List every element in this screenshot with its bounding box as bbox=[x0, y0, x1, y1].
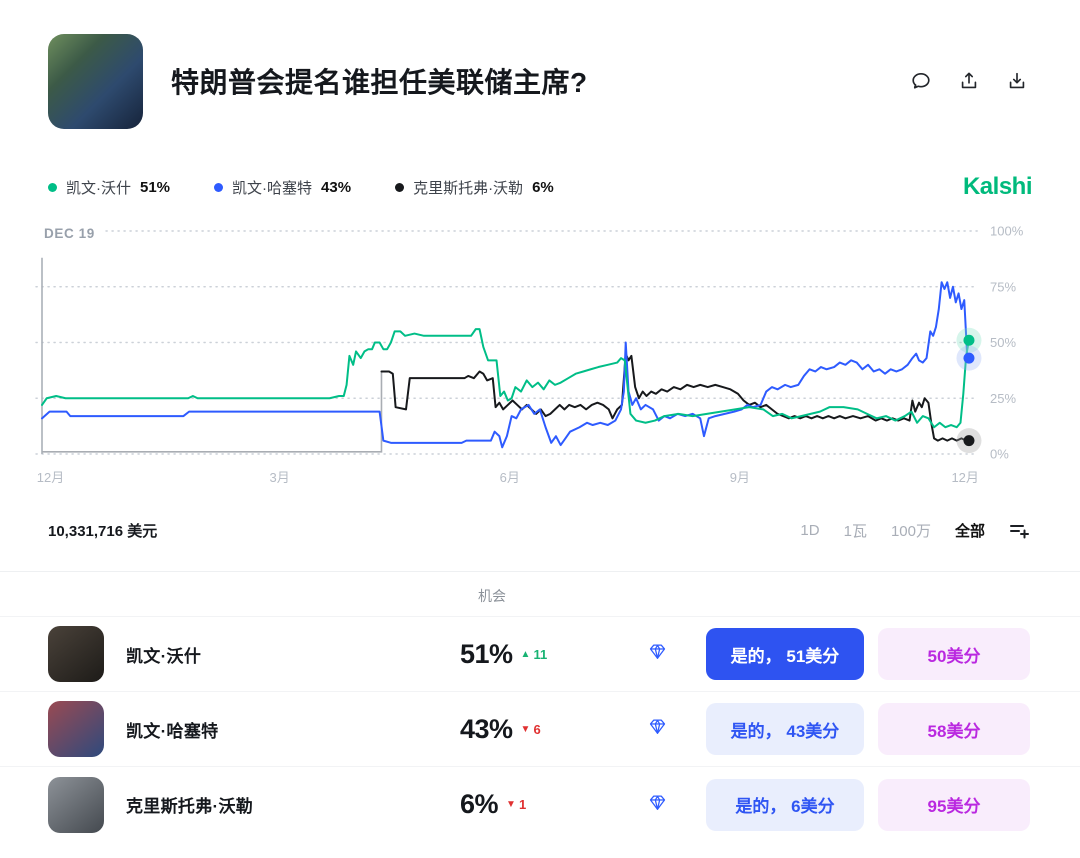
no-button[interactable]: 50美分 bbox=[878, 628, 1030, 680]
table-header: 机会 bbox=[0, 572, 1080, 617]
legend-dot-black bbox=[395, 183, 404, 192]
chance-column-label: 机会 bbox=[478, 586, 506, 606]
legend-dot-green bbox=[48, 183, 57, 192]
svg-text:0%: 0% bbox=[990, 447, 1009, 462]
filter-1m[interactable]: 100万 bbox=[891, 520, 931, 541]
candidate-avatar bbox=[48, 701, 104, 757]
svg-text:75%: 75% bbox=[990, 279, 1016, 294]
probability-value: 51% bbox=[460, 639, 513, 670]
svg-text:9月: 9月 bbox=[730, 470, 750, 485]
outcome-row: 克里斯托弗·沃勒6% ▼1 是的， 6美分 95美分 bbox=[0, 767, 1080, 842]
candidate-name: 凯文·哈塞特 bbox=[126, 717, 460, 742]
svg-text:12月: 12月 bbox=[37, 470, 64, 485]
probability-delta: ▼6 bbox=[521, 722, 541, 737]
market-image bbox=[48, 34, 143, 129]
legend-name: 凯文·沃什 bbox=[66, 177, 131, 198]
svg-text:DEC 19: DEC 19 bbox=[44, 226, 95, 241]
legend-dot-blue bbox=[214, 183, 223, 192]
delta-value: 6 bbox=[533, 722, 540, 737]
candidate-name: 凯文·沃什 bbox=[126, 642, 460, 667]
svg-text:3月: 3月 bbox=[270, 470, 290, 485]
chart-legend: 凯文·沃什 51% 凯文·哈塞特 43% 克里斯托弗·沃勒 6% Kalshi bbox=[0, 173, 1080, 201]
probability-delta: ▼1 bbox=[506, 797, 526, 812]
legend-value: 51% bbox=[140, 179, 170, 196]
legend-item[interactable]: 凯文·哈塞特 43% bbox=[214, 177, 351, 198]
down-arrow-icon: ▼ bbox=[506, 799, 516, 810]
time-range-filters: 1D 1瓦 100万 全部 bbox=[800, 520, 1030, 541]
legend-value: 43% bbox=[321, 179, 351, 196]
svg-text:6月: 6月 bbox=[500, 470, 520, 485]
list-plus-icon[interactable] bbox=[1009, 520, 1030, 540]
outcome-row: 凯文·沃什51% ▲11 是的， 51美分 50美分 bbox=[0, 617, 1080, 692]
probability-value: 6% bbox=[460, 789, 498, 820]
yes-button[interactable]: 是的， 43美分 bbox=[706, 703, 864, 755]
chart-area[interactable]: 100% 75% 50% 25% 0% 12月 3月 6月 9月 12月 DEC 19 bbox=[30, 226, 1080, 493]
up-arrow-icon: ▲ bbox=[521, 649, 531, 660]
price-chart: 100% 75% 50% 25% 0% 12月 3月 6月 9月 12月 DEC 19 bbox=[30, 226, 1080, 488]
svg-text:12月: 12月 bbox=[951, 470, 978, 485]
probability-block: 6% ▼1 bbox=[460, 789, 648, 820]
svg-text:100%: 100% bbox=[990, 226, 1024, 239]
kalshi-logo: Kalshi bbox=[963, 173, 1032, 201]
volume-label: 10,331,716 美元 bbox=[48, 520, 157, 541]
divider bbox=[0, 616, 1080, 617]
probability-block: 43% ▼6 bbox=[460, 714, 648, 745]
outcome-row: 凯文·哈塞特43% ▼6 是的， 43美分 58美分 bbox=[0, 692, 1080, 767]
probability-value: 43% bbox=[460, 714, 513, 745]
header-actions bbox=[910, 70, 1032, 92]
share-icon[interactable] bbox=[958, 70, 980, 92]
probability-block: 51% ▲11 bbox=[460, 639, 648, 670]
svg-text:25%: 25% bbox=[990, 391, 1016, 406]
svg-text:50%: 50% bbox=[990, 335, 1016, 350]
down-arrow-icon: ▼ bbox=[521, 724, 531, 735]
gem-icon[interactable] bbox=[648, 642, 667, 666]
gem-icon[interactable] bbox=[648, 793, 667, 817]
outcome-table: 凯文·沃什51%▲11是的， 51美分50美分凯文·哈塞特43%▼6是的， 43… bbox=[0, 617, 1080, 842]
no-button[interactable]: 95美分 bbox=[878, 779, 1030, 831]
delta-value: 1 bbox=[519, 797, 526, 812]
no-button[interactable]: 58美分 bbox=[878, 703, 1030, 755]
legend-name: 凯文·哈塞特 bbox=[232, 177, 312, 198]
delta-value: 11 bbox=[533, 647, 547, 662]
legend-item[interactable]: 克里斯托弗·沃勒 6% bbox=[395, 177, 554, 198]
legend-name: 克里斯托弗·沃勒 bbox=[413, 177, 523, 198]
legend-item[interactable]: 凯文·沃什 51% bbox=[48, 177, 170, 198]
yes-button[interactable]: 是的， 51美分 bbox=[706, 628, 864, 680]
download-icon[interactable] bbox=[1006, 70, 1028, 92]
volume-row: 10,331,716 美元 1D 1瓦 100万 全部 bbox=[0, 515, 1080, 545]
probability-delta: ▲11 bbox=[521, 647, 548, 662]
filter-all[interactable]: 全部 bbox=[955, 520, 985, 541]
candidate-avatar bbox=[48, 777, 104, 833]
legend-value: 6% bbox=[532, 179, 554, 196]
yes-button[interactable]: 是的， 6美分 bbox=[706, 779, 864, 831]
candidate-avatar bbox=[48, 626, 104, 682]
page-title: 特朗普会提名谁担任美联储主席? bbox=[171, 61, 910, 101]
filter-1d[interactable]: 1D bbox=[800, 522, 819, 539]
comment-icon[interactable] bbox=[910, 70, 932, 92]
gem-icon[interactable] bbox=[648, 717, 667, 741]
candidate-name: 克里斯托弗·沃勒 bbox=[126, 792, 460, 817]
filter-1w[interactable]: 1瓦 bbox=[844, 520, 867, 541]
market-header: 特朗普会提名谁担任美联储主席? bbox=[0, 33, 1080, 129]
